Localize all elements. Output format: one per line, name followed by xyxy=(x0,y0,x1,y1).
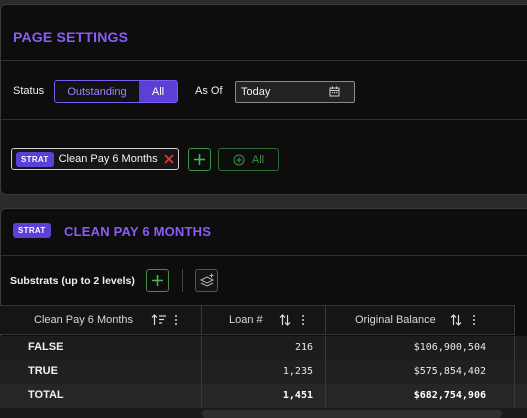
circle-plus-icon xyxy=(233,154,245,165)
strat-title-badge: STRAT xyxy=(13,223,51,238)
row-loan-count: 216 xyxy=(294,341,313,353)
divider xyxy=(1,60,527,61)
as-of-date-input[interactable]: Today xyxy=(235,81,355,103)
add-all-label: All xyxy=(251,153,265,166)
column-header-loan-count[interactable]: Loan # xyxy=(202,305,325,335)
status-option-outstanding[interactable]: Outstanding xyxy=(55,81,139,102)
column-separator[interactable] xyxy=(514,305,515,335)
page-settings-title: PAGE SETTINGS xyxy=(13,29,129,45)
column-header-label: Clean Pay 6 Months xyxy=(34,314,134,326)
table-row[interactable]: TRUE 1,235 $575,854,402 xyxy=(0,360,527,384)
layers-plus-icon xyxy=(199,273,214,287)
row-loan-count: 1,235 xyxy=(282,365,313,377)
sort-unsorted-icon[interactable] xyxy=(450,314,462,326)
row-original-balance: $575,854,402 xyxy=(413,365,486,377)
column-gridline xyxy=(201,336,202,408)
page-settings-panel: PAGE SETTINGS Status Outstanding All As … xyxy=(0,4,527,195)
column-gridline xyxy=(325,336,326,408)
layers-button[interactable] xyxy=(195,269,218,292)
strat-badge: STRAT xyxy=(16,151,54,167)
plus-icon xyxy=(152,275,163,286)
row-original-balance: $106,900,504 xyxy=(413,341,486,353)
column-menu-kebab-icon[interactable] xyxy=(174,314,178,326)
status-option-all[interactable]: All xyxy=(139,81,177,102)
sort-unsorted-icon[interactable] xyxy=(279,314,291,326)
add-all-button[interactable]: All xyxy=(218,148,279,171)
column-menu-kebab-icon[interactable] xyxy=(472,314,476,326)
row-name: TRUE xyxy=(28,365,58,377)
filter-chip-label: Clean Pay 6 Months xyxy=(58,153,158,165)
row-name: TOTAL xyxy=(28,389,64,401)
column-header-clean-pay[interactable]: Clean Pay 6 Months xyxy=(0,305,201,335)
column-header-label: Loan # xyxy=(229,314,263,326)
status-label: Status xyxy=(13,85,45,97)
add-substrat-button[interactable] xyxy=(146,269,169,292)
table-row-total[interactable]: TOTAL 1,451 $682,754,906 xyxy=(0,384,527,408)
column-menu-kebab-icon[interactable] xyxy=(301,314,305,326)
strat-title: CLEAN PAY 6 MONTHS xyxy=(64,224,212,239)
as-of-label: As Of xyxy=(195,85,223,97)
row-name: FALSE xyxy=(28,341,64,353)
substrats-label: Substrats (up to 2 levels) xyxy=(10,275,135,287)
row-original-balance: $682,754,906 xyxy=(413,389,486,401)
row-loan-count: 1,451 xyxy=(282,389,313,401)
divider xyxy=(1,119,527,120)
sort-desc-icon[interactable] xyxy=(151,314,167,326)
column-header-label: Original Balance xyxy=(355,314,436,326)
plus-icon xyxy=(194,154,205,165)
status-toggle: Outstanding All xyxy=(54,80,178,103)
column-header-original-balance[interactable]: Original Balance xyxy=(326,305,514,335)
calendar-icon[interactable] xyxy=(329,86,340,100)
filter-chip-clean-pay[interactable]: STRAT Clean Pay 6 Months xyxy=(11,148,179,170)
add-filter-button[interactable] xyxy=(188,148,211,171)
column-gridline xyxy=(514,336,515,408)
as-of-date-value: Today xyxy=(241,86,271,98)
table-row[interactable]: FALSE 216 $106,900,504 xyxy=(0,336,527,360)
toolbar-separator xyxy=(182,269,183,292)
divider xyxy=(1,255,527,256)
remove-x-icon[interactable] xyxy=(164,154,174,164)
horizontal-scrollbar-thumb[interactable] xyxy=(202,410,502,418)
